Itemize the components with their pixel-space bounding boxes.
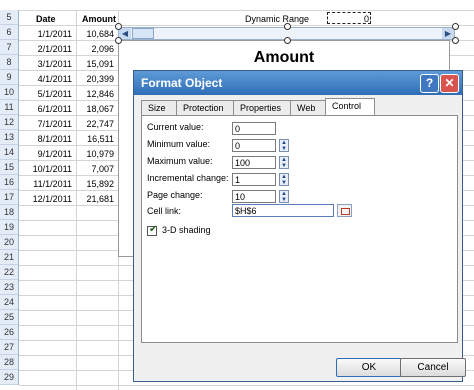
row-header[interactable]: 14 xyxy=(0,145,18,160)
resize-handle[interactable] xyxy=(115,37,122,44)
chart-title[interactable]: Amount xyxy=(119,49,449,67)
amount-cell[interactable]: 12,846 xyxy=(76,87,114,102)
header-amount[interactable]: Amount xyxy=(82,12,116,27)
current-value-label: Current value: xyxy=(147,122,204,132)
date-cell[interactable]: 10/1/2011 xyxy=(20,162,72,177)
close-button[interactable]: ✕ xyxy=(440,74,459,93)
ok-button[interactable]: OK xyxy=(336,358,402,377)
incremental-change-spinner[interactable]: ▲ ▼ xyxy=(279,173,289,186)
date-cell[interactable]: 2/1/2011 xyxy=(20,42,72,57)
dynamic-range-label[interactable]: Dynamic Range xyxy=(245,12,309,27)
row-header[interactable]: 8 xyxy=(0,55,18,70)
help-button[interactable]: ? xyxy=(420,74,439,93)
resize-handle[interactable] xyxy=(452,23,459,30)
row-header[interactable]: 24 xyxy=(0,295,18,310)
dialog-titlebar[interactable]: Format Object ? ✕ xyxy=(134,71,462,95)
row-header[interactable]: 11 xyxy=(0,100,18,115)
header-date[interactable]: Date xyxy=(36,12,56,27)
amount-cell[interactable]: 16,511 xyxy=(76,132,114,147)
format-object-dialog: Format Object ? ✕ Size Protection Proper… xyxy=(133,70,466,382)
row-header[interactable]: 15 xyxy=(0,160,18,175)
scroll-thumb[interactable] xyxy=(132,28,154,39)
amount-cell[interactable]: 20,399 xyxy=(76,72,114,87)
row-header[interactable]: 16 xyxy=(0,175,18,190)
resize-handle[interactable] xyxy=(452,37,459,44)
tab-size[interactable]: Size xyxy=(141,100,177,116)
amount-cell[interactable]: 21,681 xyxy=(76,192,114,207)
range-picker-icon[interactable] xyxy=(337,204,352,217)
check-icon: ✔ xyxy=(149,224,158,235)
minimum-value-label: Minimum value: xyxy=(147,139,211,149)
cancel-button[interactable]: Cancel xyxy=(400,358,466,377)
row-headers: 5 6 7 8 9 10 11 12 13 14 15 16 17 18 19 … xyxy=(0,10,19,385)
row-header[interactable]: 22 xyxy=(0,265,18,280)
current-value-field[interactable]: 0 xyxy=(232,122,276,135)
date-cell[interactable]: 1/1/2011 xyxy=(20,27,72,42)
amount-cell[interactable]: 7,007 xyxy=(76,162,114,177)
date-cell[interactable]: 4/1/2011 xyxy=(20,72,72,87)
date-cell[interactable]: 12/1/2011 xyxy=(20,192,72,207)
row-header[interactable]: 7 xyxy=(0,40,18,55)
amount-cell[interactable]: 22,747 xyxy=(76,117,114,132)
resize-handle[interactable] xyxy=(115,23,122,30)
minimum-value-spinner[interactable]: ▲ ▼ xyxy=(279,139,289,152)
date-cell[interactable]: 8/1/2011 xyxy=(20,132,72,147)
row-header[interactable]: 9 xyxy=(0,70,18,85)
amount-cell[interactable]: 10,979 xyxy=(76,147,114,162)
row-header[interactable]: 10 xyxy=(0,85,18,100)
row-header[interactable]: 18 xyxy=(0,205,18,220)
resize-handle[interactable] xyxy=(284,37,291,44)
amount-cell[interactable]: 15,892 xyxy=(76,177,114,192)
row-header[interactable]: 5 xyxy=(0,10,18,25)
tab-properties[interactable]: Properties xyxy=(233,100,291,116)
date-cell[interactable]: 9/1/2011 xyxy=(20,147,72,162)
row-header[interactable]: 13 xyxy=(0,130,18,145)
amount-cell[interactable]: 15,091 xyxy=(76,57,114,72)
dialog-title: Format Object xyxy=(141,76,223,90)
amount-cell[interactable]: 10,684 xyxy=(76,27,114,42)
page-change-label: Page change: xyxy=(147,190,203,200)
row-header[interactable]: 6 xyxy=(0,25,18,40)
date-cell[interactable]: 11/1/2011 xyxy=(20,177,72,192)
date-cell[interactable]: 3/1/2011 xyxy=(20,57,72,72)
dynamic-value-cell[interactable]: 0 xyxy=(364,12,369,27)
row-header[interactable]: 25 xyxy=(0,310,18,325)
maximum-value-field[interactable]: 100 xyxy=(232,156,276,169)
row-header[interactable]: 12 xyxy=(0,115,18,130)
cell-link-label: Cell link: xyxy=(147,206,182,216)
row-header[interactable]: 26 xyxy=(0,325,18,340)
minimum-value-field[interactable]: 0 xyxy=(232,139,276,152)
row-header[interactable]: 28 xyxy=(0,355,18,370)
amount-cell[interactable]: 18,067 xyxy=(76,102,114,117)
3d-shading-label[interactable]: 3-D shading xyxy=(162,225,211,235)
3d-shading-checkbox[interactable]: ✔ xyxy=(147,224,158,236)
row-header[interactable]: 27 xyxy=(0,340,18,355)
amount-cell[interactable]: 2,096 xyxy=(76,42,114,57)
date-cell[interactable]: 7/1/2011 xyxy=(20,117,72,132)
resize-handle[interactable] xyxy=(284,23,291,30)
row-header[interactable]: 29 xyxy=(0,370,18,385)
incremental-change-label: Incremental change: xyxy=(147,173,229,183)
row-header[interactable]: 19 xyxy=(0,220,18,235)
date-cell[interactable]: 5/1/2011 xyxy=(20,87,72,102)
row-header[interactable]: 21 xyxy=(0,250,18,265)
row-header[interactable]: 20 xyxy=(0,235,18,250)
maximum-value-label: Maximum value: xyxy=(147,156,213,166)
page-change-spinner[interactable]: ▲ ▼ xyxy=(279,190,289,203)
incremental-change-field[interactable]: 1 xyxy=(232,173,276,186)
row-header[interactable]: 23 xyxy=(0,280,18,295)
tab-protection[interactable]: Protection xyxy=(176,100,234,116)
cell-link-field[interactable]: $H$6 xyxy=(232,204,334,217)
date-cell[interactable]: 6/1/2011 xyxy=(20,102,72,117)
control-panel: Current value: 0 Minimum value: 0 ▲ ▼ Max… xyxy=(141,115,458,343)
maximum-value-spinner[interactable]: ▲ ▼ xyxy=(279,156,289,169)
row-header[interactable]: 17 xyxy=(0,190,18,205)
page-change-field[interactable]: 10 xyxy=(232,190,276,203)
tab-web[interactable]: Web xyxy=(290,100,326,116)
